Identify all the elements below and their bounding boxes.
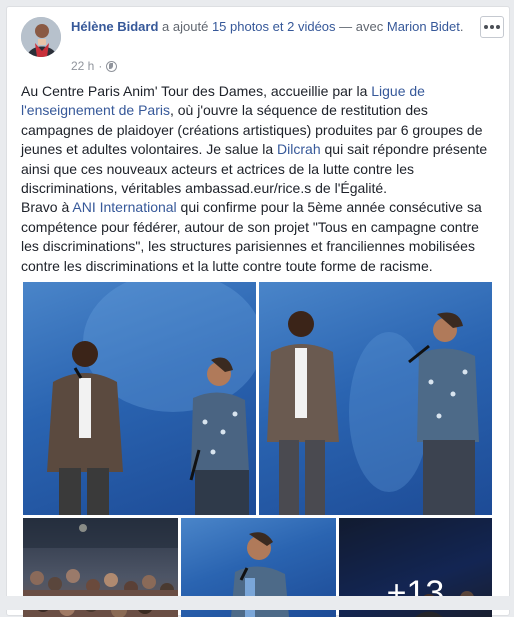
post-headline: Hélène Bidard a ajouté 15 photos et 2 vi… <box>71 18 491 36</box>
media-count-link[interactable]: 15 photos et 2 vidéos <box>212 19 336 34</box>
author-name-link[interactable]: Hélène Bidard <box>71 19 158 34</box>
post-body: Au Centre Paris Anim' Tour des Dames, ac… <box>21 82 499 276</box>
author-avatar[interactable] <box>21 17 61 57</box>
photo-2[interactable] <box>259 282 492 515</box>
photo-1[interactable] <box>23 282 256 515</box>
body-text-1a: Au Centre Paris Anim' Tour des Dames, ac… <box>21 83 372 99</box>
ani-international-link[interactable]: ANI International <box>72 199 176 215</box>
post-timestamp[interactable]: 22 h <box>71 59 94 73</box>
more-options-dot <box>490 25 494 29</box>
meta-separator: · <box>98 59 103 73</box>
tagged-suffix: . <box>459 19 464 34</box>
with-text: — avec <box>339 19 384 34</box>
tagged-person-link[interactable]: Marion Bidet <box>387 19 460 34</box>
globe-icon[interactable] <box>106 60 118 72</box>
action-text: a ajouté <box>162 19 209 34</box>
dilcrah-link[interactable]: Dilcrah <box>277 141 321 157</box>
body-text-2a: Bravo à <box>21 199 73 216</box>
more-options-button[interactable] <box>480 16 504 38</box>
more-options-dot <box>496 25 500 29</box>
post-header: Hélène Bidard a ajouté 15 photos et 2 vi… <box>21 17 481 77</box>
more-options-icon <box>484 25 488 29</box>
post-card: Hélène Bidard a ajouté 15 photos et 2 vi… <box>6 6 510 617</box>
page-background-strip <box>0 596 514 610</box>
post-meta: 22 h · <box>71 59 118 73</box>
